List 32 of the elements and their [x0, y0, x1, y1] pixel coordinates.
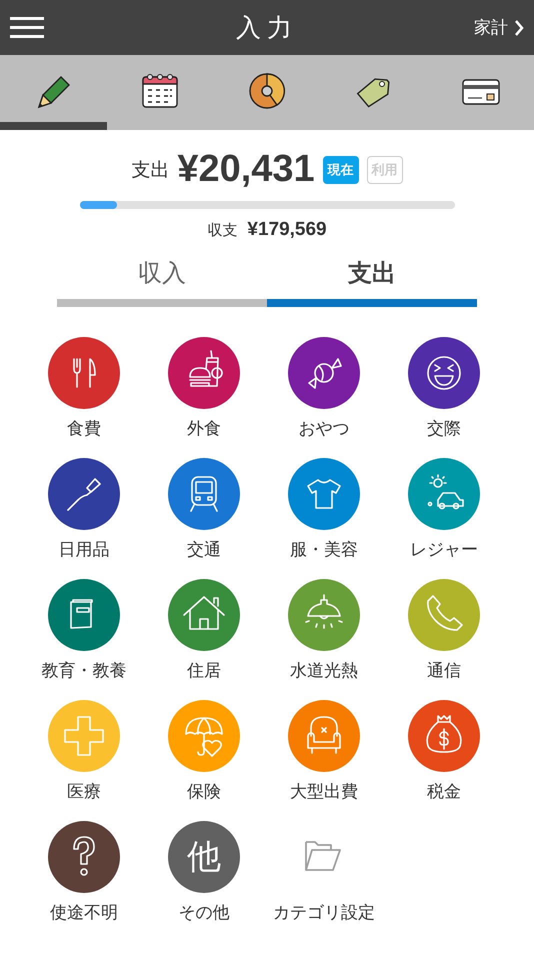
- category-label: その他: [178, 902, 230, 924]
- category-label: 保険: [187, 781, 221, 803]
- category-label: 教育・教養: [42, 660, 126, 682]
- screen-title: 入力: [236, 12, 298, 44]
- category-label: 大型出費: [290, 781, 358, 803]
- category-button[interactable]: 他: [168, 821, 240, 893]
- expense-amount: ¥20,431: [177, 148, 315, 191]
- category-label: カテゴリ設定: [273, 902, 375, 924]
- category-label: 交際: [427, 418, 461, 440]
- segment-tab[interactable]: 収入: [57, 257, 267, 307]
- category-label: 住居: [187, 660, 221, 682]
- category-label: 交通: [187, 539, 221, 561]
- category-label: 通信: [427, 660, 461, 682]
- category-label: おやつ: [298, 418, 350, 440]
- category-label: 服・美容: [290, 539, 358, 561]
- other-glyph: 他: [187, 836, 221, 879]
- household-link[interactable]: 家計: [474, 16, 524, 39]
- category-label: 水道光熱: [290, 660, 358, 682]
- chevron-icon: [514, 18, 524, 36]
- category-label: 日用品: [58, 539, 110, 561]
- category-label: レジャー: [410, 539, 478, 561]
- category-label: 税金: [427, 781, 461, 803]
- category-label: 食費: [67, 418, 101, 440]
- category-label: 使途不明: [50, 902, 118, 924]
- balance-amount: ¥179,569: [247, 219, 327, 241]
- donut-chart-icon: [246, 70, 287, 110]
- category-label: 外食: [187, 418, 221, 440]
- expense-label: 支出: [131, 158, 170, 182]
- balance-label: 収支: [207, 220, 238, 240]
- category-label: 医療: [67, 781, 101, 803]
- menu-icon[interactable]: [10, 16, 44, 38]
- segment-tab[interactable]: 支出: [267, 257, 477, 307]
